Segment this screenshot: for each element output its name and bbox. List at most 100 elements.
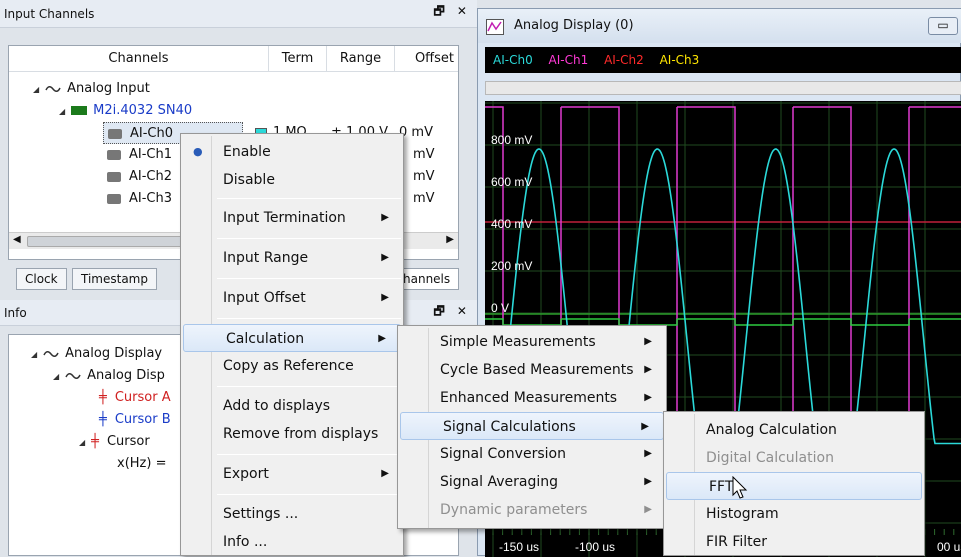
menu-input-termination[interactable]: Input Termination ▶ bbox=[181, 204, 403, 232]
menu-histogram[interactable]: Histogram bbox=[664, 500, 924, 528]
legend-ch1[interactable]: AI-Ch1 bbox=[549, 53, 589, 67]
tab-timestamp[interactable]: Timestamp bbox=[72, 268, 157, 290]
menu-disable[interactable]: Disable bbox=[181, 166, 403, 194]
panel-float-close-icons[interactable]: 🗗 ✕ bbox=[433, 302, 471, 323]
y-axis-label: 600 mV bbox=[491, 175, 532, 189]
column-channels[interactable]: Channels bbox=[9, 46, 269, 72]
menu-separator bbox=[217, 494, 401, 495]
channels-table-header: Channels Term Range Offset bbox=[9, 46, 458, 72]
row3-offset: mV bbox=[413, 191, 435, 206]
menu-remove-from-displays[interactable]: Remove from displays bbox=[181, 420, 403, 448]
menu-separator bbox=[217, 238, 401, 239]
expand-triangle-icon[interactable]: ◢ bbox=[59, 101, 65, 123]
column-offset[interactable]: Offset bbox=[395, 46, 458, 72]
tree-analog-input[interactable]: ◢ Analog Input bbox=[33, 78, 150, 100]
input-channels-header: Input Channels 🗗 ✕ bbox=[0, 0, 477, 28]
menu-cycle-based-measurements[interactable]: Cycle Based Measurements ▶ bbox=[398, 356, 666, 384]
connector-icon bbox=[107, 149, 121, 160]
menu-fir-filter[interactable]: FIR Filter bbox=[664, 528, 924, 556]
tree-label: Cursor bbox=[106, 434, 150, 449]
menu-info[interactable]: Info ... bbox=[181, 528, 403, 556]
legend-ch3[interactable]: AI-Ch3 bbox=[660, 53, 700, 67]
tree-ch2[interactable]: AI-Ch2 bbox=[107, 166, 172, 188]
cursor-icon: ╪ bbox=[91, 434, 99, 449]
panel-float-close-icons[interactable]: 🗗 ✕ bbox=[433, 2, 471, 23]
menu-export[interactable]: Export ▶ bbox=[181, 460, 403, 488]
info-cursor-c[interactable]: ◢ ╪ Cursor bbox=[79, 431, 150, 453]
menu-settings[interactable]: Settings ... bbox=[181, 500, 403, 528]
tree-label: AI-Ch3 bbox=[129, 191, 173, 206]
expand-triangle-icon[interactable]: ◢ bbox=[53, 366, 59, 388]
menu-input-offset[interactable]: Input Offset ▶ bbox=[181, 284, 403, 312]
menu-analog-calculation[interactable]: Analog Calculation bbox=[664, 416, 924, 444]
info-analog-disp-child[interactable]: ◢ Analog Disp bbox=[53, 365, 165, 387]
menu-fft[interactable]: FFT bbox=[666, 472, 922, 500]
column-range[interactable]: Range bbox=[327, 46, 395, 72]
row0-offset: 0 mV bbox=[399, 125, 433, 140]
y-axis-label: 800 mV bbox=[491, 133, 532, 147]
x-axis-label: -100 us bbox=[575, 540, 615, 554]
info-cursor-b[interactable]: ╪ Cursor B bbox=[99, 409, 171, 431]
tree-label: M2i.4032 SN40 bbox=[93, 103, 193, 118]
tree-label: Analog Input bbox=[67, 81, 150, 96]
tree-device[interactable]: ◢ M2i.4032 SN40 bbox=[59, 100, 192, 122]
column-term[interactable]: Term bbox=[269, 46, 327, 72]
scroll-left-icon[interactable]: ◀ bbox=[13, 234, 21, 245]
context-menu: ● Enable Disable Input Termination ▶ Input… bbox=[180, 133, 404, 556]
expand-triangle-icon[interactable]: ◢ bbox=[33, 79, 39, 101]
menu-signal-conversion[interactable]: Signal Conversion ▶ bbox=[398, 440, 666, 468]
info-cursor-a[interactable]: ╪ Cursor A bbox=[99, 387, 171, 409]
tab-clock[interactable]: Clock bbox=[16, 268, 67, 290]
legend-ch2[interactable]: AI-Ch2 bbox=[604, 53, 644, 67]
row1-offset: mV bbox=[413, 147, 435, 162]
menu-separator bbox=[217, 278, 401, 279]
tree-label: AI-Ch0 bbox=[130, 126, 174, 141]
wave-icon bbox=[45, 85, 61, 92]
y-axis-label: 400 mV bbox=[491, 217, 532, 231]
menu-calculation[interactable]: Calculation ▶ bbox=[183, 324, 401, 352]
tree-ch1[interactable]: AI-Ch1 bbox=[107, 144, 172, 166]
menu-separator bbox=[217, 454, 401, 455]
tree-label: Cursor B bbox=[114, 412, 171, 427]
info-analog-display[interactable]: ◢ Analog Display bbox=[31, 343, 162, 365]
submenu-arrow-icon: ▶ bbox=[381, 212, 389, 223]
display-window-icon bbox=[486, 19, 504, 35]
scroll-right-icon[interactable]: ▶ bbox=[446, 234, 454, 245]
scroll-thumb[interactable] bbox=[27, 236, 187, 247]
tree-label: Analog Disp bbox=[87, 368, 165, 383]
info-xhz: x(Hz) = bbox=[117, 456, 167, 471]
menu-separator bbox=[217, 318, 401, 319]
menu-enhanced-measurements[interactable]: Enhanced Measurements ▶ bbox=[398, 384, 666, 412]
expand-triangle-icon[interactable]: ◢ bbox=[31, 344, 37, 366]
tree-label: Analog Display bbox=[65, 346, 163, 361]
y-axis-label: 0 V bbox=[491, 301, 509, 315]
cursor-icon: ╪ bbox=[99, 412, 107, 427]
row2-offset: mV bbox=[413, 169, 435, 184]
time-scrollbar[interactable] bbox=[485, 81, 961, 95]
legend-ch0[interactable]: AI-Ch0 bbox=[493, 53, 533, 67]
menu-copy-as-reference[interactable]: Copy as Reference bbox=[181, 352, 403, 380]
connector-icon bbox=[108, 128, 122, 139]
submenu-arrow-icon: ▶ bbox=[381, 468, 389, 479]
x-axis-label: 00 us bbox=[937, 540, 961, 554]
expand-triangle-icon[interactable]: ◢ bbox=[79, 432, 85, 454]
menu-input-range[interactable]: Input Range ▶ bbox=[181, 244, 403, 272]
display-title: Analog Display (0) bbox=[514, 18, 634, 33]
connector-icon bbox=[107, 171, 121, 182]
menu-enable[interactable]: ● Enable bbox=[181, 138, 403, 166]
menu-signal-calculations[interactable]: Signal Calculations ▶ bbox=[400, 412, 664, 440]
calculation-submenu: Simple Measurements ▶ Cycle Based Measure… bbox=[397, 325, 667, 529]
input-channels-title: Input Channels bbox=[4, 6, 95, 21]
submenu-arrow-icon: ▶ bbox=[644, 504, 652, 515]
menu-dynamic-parameters: Dynamic parameters ▶ bbox=[398, 496, 666, 524]
wave-icon bbox=[65, 372, 81, 379]
menu-signal-averaging[interactable]: Signal Averaging ▶ bbox=[398, 468, 666, 496]
y-axis-label: 200 mV bbox=[491, 259, 532, 273]
tree-ch3[interactable]: AI-Ch3 bbox=[107, 188, 172, 210]
submenu-arrow-icon: ▶ bbox=[644, 392, 652, 403]
menu-add-to-displays[interactable]: Add to displays bbox=[181, 392, 403, 420]
submenu-arrow-icon: ▶ bbox=[381, 292, 389, 303]
submenu-arrow-icon: ▶ bbox=[381, 252, 389, 263]
menu-simple-measurements[interactable]: Simple Measurements ▶ bbox=[398, 328, 666, 356]
minimize-button[interactable]: ▭ bbox=[928, 17, 958, 35]
